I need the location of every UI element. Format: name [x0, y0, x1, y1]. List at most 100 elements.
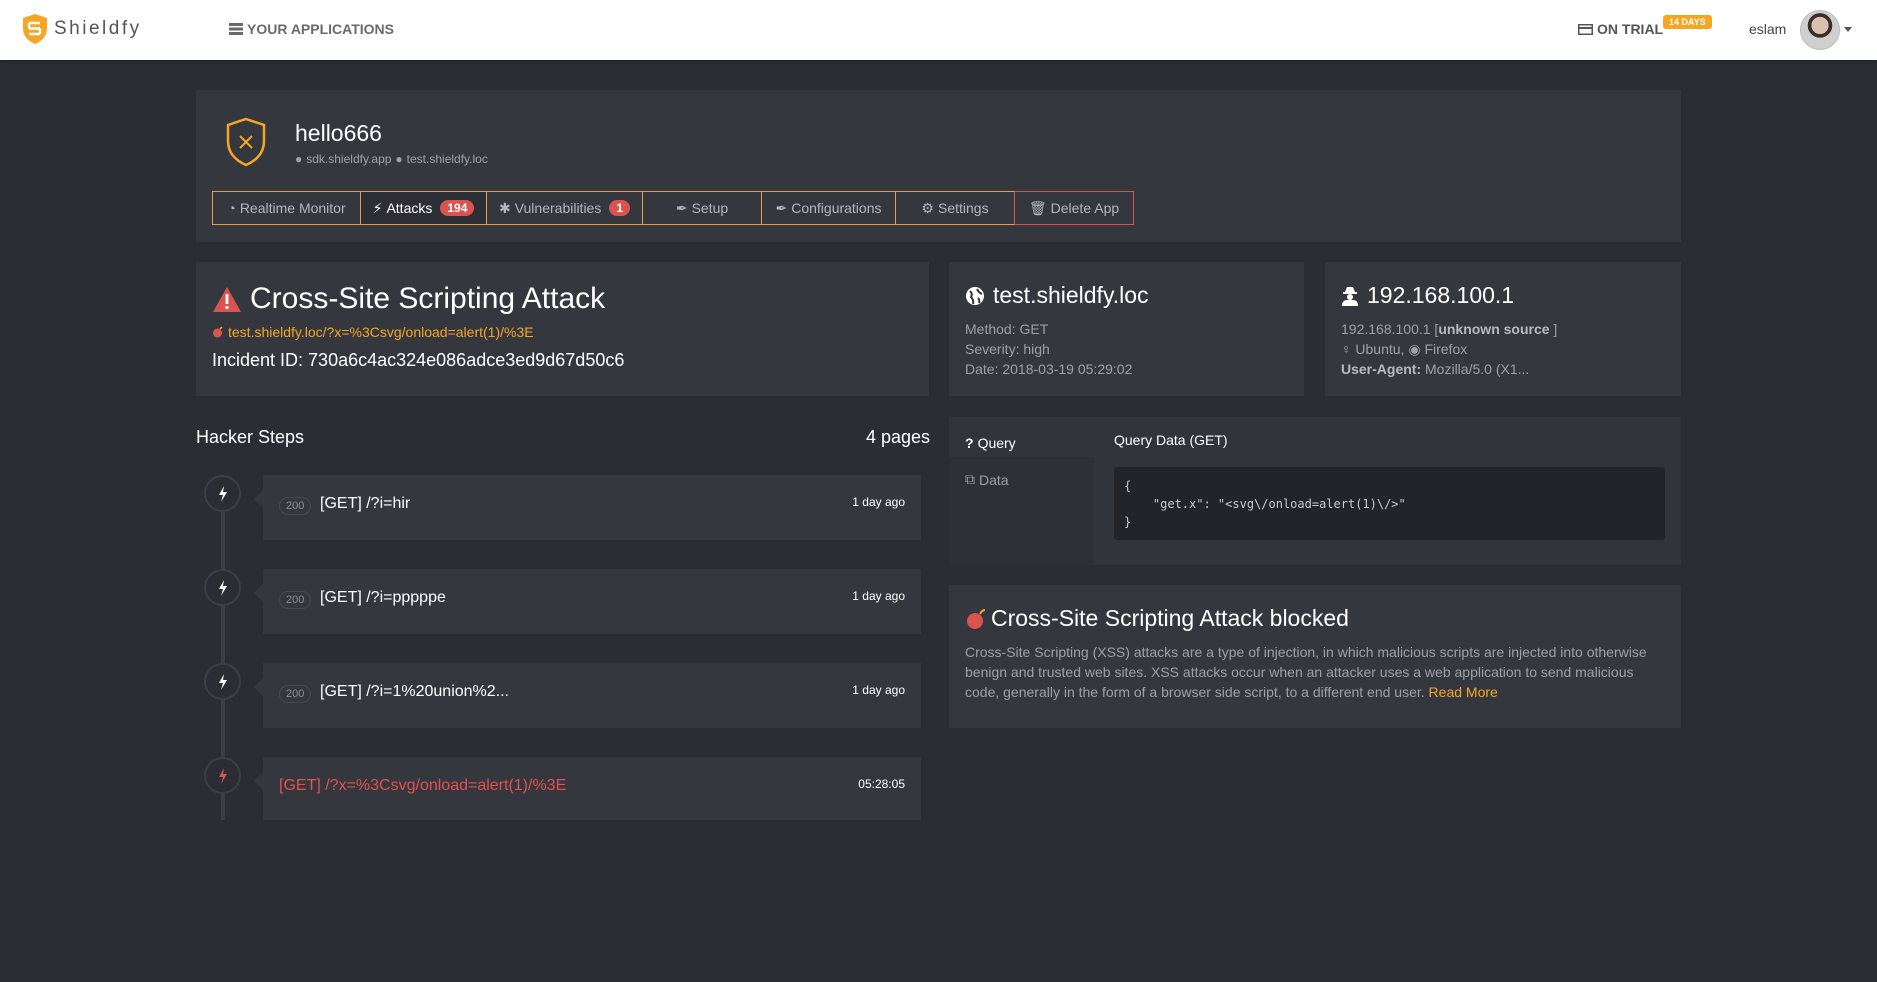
trash-icon: 🗑︎ [1028, 199, 1047, 216]
shield-icon [226, 117, 266, 167]
globe-icon: ● [395, 152, 403, 166]
app-tabs: ◔ Realtime Monitor ⚡︎ Attacks 194 ✱ Vuln… [212, 191, 1134, 225]
your-applications-label: YOUR APPLICATIONS [247, 21, 395, 37]
hacker-steps-title: Hacker Steps [196, 427, 305, 447]
query-sidebar: ? Query ⧉ Data [949, 417, 1094, 565]
user-agent: User-Agent: Mozilla/5.0 (X1... [1341, 359, 1557, 379]
step-time: 1 day ago [852, 683, 905, 697]
step-request: [GET] /?i=1%20union%2... [320, 683, 509, 700]
step-request-attack: [GET] /?x=%3Csvg/onload=alert(1)/%3E [279, 777, 567, 794]
ip-title: 192.168.100.1 [1341, 282, 1514, 309]
attack-date: Date: 2018-03-19 05:29:02 [965, 361, 1133, 377]
trial-status[interactable]: ON TRIAL [1578, 21, 1663, 37]
attack-summary-panel: Cross-Site Scripting Attack test.shieldf… [196, 262, 929, 396]
wrench-icon: ✒ [775, 199, 788, 216]
warning-icon [213, 286, 241, 312]
bomb-icon [967, 608, 986, 629]
user-agent-label: User-Agent: [1341, 361, 1422, 377]
chevron-down-icon[interactable] [1844, 27, 1852, 32]
host-info-panel: test.shieldfy.loc Method: GET Severity: … [949, 262, 1304, 396]
query-code-block: { "get.x": "<svg\/onload=alert(1)\/>"} [1114, 467, 1665, 540]
step-time: 1 day ago [852, 495, 905, 509]
ip-meta: 192.168.100.1 [unknown source ] ♀ Ubuntu… [1341, 319, 1557, 379]
dashboard-icon: ◔ [227, 200, 236, 216]
shieldfy-logo-icon [23, 14, 47, 44]
attack-title-text: Cross-Site Scripting Attack [250, 282, 606, 315]
list-icon [229, 23, 243, 35]
app-domain-test: test.shieldfy.loc [406, 152, 488, 166]
bolt-icon [204, 569, 241, 606]
read-more-link[interactable]: Read More [1429, 684, 1498, 700]
app-header-panel: hello666 ● sdk.shieldfy.app ● test.shiel… [196, 90, 1681, 242]
tab-label: Delete App [1050, 200, 1120, 216]
tab-label: Attacks [386, 200, 433, 216]
tab-attacks[interactable]: ⚡︎ Attacks 194 [360, 191, 487, 225]
host-title-text: test.shieldfy.loc [993, 282, 1149, 308]
brand-name: Shieldfy [54, 18, 142, 39]
list-item[interactable]: 200 [GET] /?i=pppppe 1 day ago [254, 569, 921, 634]
step-request: [GET] /?i=pppppe [320, 589, 446, 606]
app-domains: ● sdk.shieldfy.app ● test.shieldfy.loc [295, 152, 488, 166]
bolt-icon [204, 475, 241, 512]
tab-data[interactable]: ⧉ Data [965, 471, 1009, 488]
ip-title-text: 192.168.100.1 [1367, 282, 1515, 308]
top-navbar: Shieldfy YOUR APPLICATIONS ON TRIAL 14 D… [0, 0, 1877, 60]
incident-id: Incident ID: 730a6c4ac324e086adce3ed9d67… [212, 350, 625, 370]
bolt-icon [204, 757, 241, 794]
list-item[interactable]: 200 [GET] /?i=1%20union%2... 1 day ago [254, 663, 921, 728]
globe-icon [966, 286, 984, 305]
tab-configurations[interactable]: ✒ Configurations [761, 191, 896, 225]
tab-realtime-monitor[interactable]: ◔ Realtime Monitor [212, 191, 361, 225]
attack-url-text: test.shieldfy.loc/?x=%3Csvg/onload=alert… [228, 324, 534, 340]
tab-vulnerabilities[interactable]: ✱ Vulnerabilities 1 [486, 191, 643, 225]
hacker-steps-pages: 4 pages [866, 427, 931, 447]
tab-label: Realtime Monitor [239, 200, 346, 216]
tab-label: Setup [691, 200, 729, 216]
query-heading: Query Data (GET) [1114, 432, 1228, 448]
list-item[interactable]: 200 [GET] /?i=hir 1 day ago [254, 475, 921, 540]
question-icon: ? [965, 435, 974, 451]
firefox-icon: ◉ [1408, 341, 1421, 357]
attack-severity: Severity: high [965, 341, 1050, 357]
credit-card-icon [1578, 23, 1593, 35]
trial-days-badge: 14 DAYS [1663, 15, 1712, 29]
tab-label: Configurations [791, 200, 882, 216]
gears-icon: ⚙ [921, 199, 934, 216]
tab-query[interactable]: ? Query [965, 435, 1016, 451]
bolt-icon [204, 663, 241, 700]
host-meta: Method: GET Severity: high Date: 2018-03… [965, 319, 1132, 379]
step-time: 1 day ago [852, 589, 905, 603]
trial-label: ON TRIAL [1597, 21, 1664, 37]
bomb-icon [213, 326, 223, 338]
list-item[interactable]: [GET] /?x=%3Csvg/onload=alert(1)/%3E 05:… [254, 757, 921, 820]
host-title: test.shieldfy.loc [965, 282, 1149, 309]
code-line: } [1124, 515, 1132, 529]
attack-url[interactable]: test.shieldfy.loc/?x=%3Csvg/onload=alert… [212, 324, 534, 340]
attack-info-panel: Cross-Site Scripting Attack blocked Cros… [949, 585, 1681, 728]
tab-label: Vulnerabilities [514, 200, 602, 216]
ip-source-line: 192.168.100.1 [unknown source ] [1341, 319, 1557, 339]
brand-logo[interactable]: Shieldfy [22, 13, 142, 45]
attack-title: Cross-Site Scripting Attack [212, 282, 605, 316]
request-method: Method: GET [965, 321, 1049, 337]
your-applications-link[interactable]: YOUR APPLICATIONS [229, 21, 394, 37]
status-badge: 200 [279, 591, 312, 609]
tab-settings[interactable]: ⚙ Settings [895, 191, 1015, 225]
code-line: "get.x": "<svg\/onload=alert(1)\/>" [1124, 497, 1406, 511]
attack-blocked-title-text: Cross-Site Scripting Attack blocked [991, 605, 1349, 631]
username[interactable]: eslam [1749, 21, 1786, 37]
avatar[interactable] [1800, 10, 1840, 50]
user-secret-icon [1342, 286, 1358, 306]
attack-description: Cross-Site Scripting (XSS) attacks are a… [965, 642, 1665, 702]
ip-info-panel: 192.168.100.1 192.168.100.1 [unknown sou… [1325, 262, 1681, 396]
tab-label: Settings [937, 200, 989, 216]
tab-setup[interactable]: ✒ Setup [642, 191, 762, 225]
tab-data-label: Data [979, 471, 1009, 488]
tab-delete-app[interactable]: 🗑︎ Delete App [1014, 191, 1134, 225]
linux-icon: ♀ [1341, 341, 1352, 357]
app-name: hello666 [295, 120, 382, 146]
client-platform: ♀ Ubuntu, ◉ Firefox [1341, 339, 1557, 359]
code-line: { [1124, 479, 1132, 493]
app-domain-sdk: sdk.shieldfy.app [306, 152, 392, 166]
bolt-icon: ⚡︎ [372, 199, 383, 216]
